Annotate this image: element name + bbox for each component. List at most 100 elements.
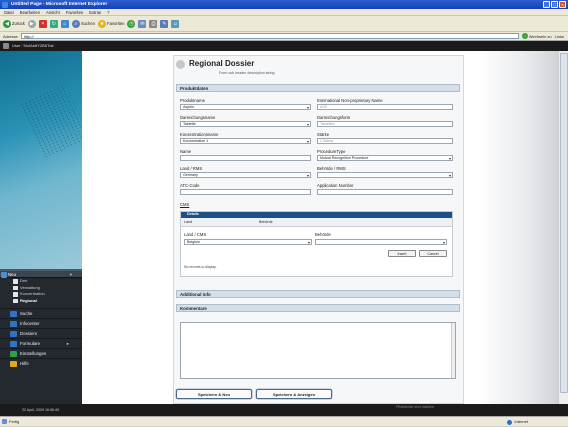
print-icon[interactable]: ⎙	[149, 19, 158, 28]
menu-tools[interactable]: Extras	[89, 9, 101, 15]
label-darreichungsname: Darreichungsname	[180, 115, 216, 120]
edit-icon[interactable]: ✎	[160, 19, 169, 28]
behoerde-rms-select[interactable]	[317, 172, 453, 179]
save-new-button[interactable]: Speichern & Neu	[176, 389, 252, 399]
mail-icon[interactable]: ✉	[138, 19, 147, 28]
label-staerke: Stärke	[317, 132, 330, 137]
favorites-button[interactable]: ★ Favoriten	[98, 19, 124, 28]
page-subtitle: Form sub header description string	[219, 71, 275, 75]
form-icon	[10, 341, 17, 347]
col-behoerde: Behörde	[259, 220, 273, 224]
vertical-scrollbar[interactable]	[558, 51, 568, 404]
history-icon[interactable]: ◷	[127, 19, 136, 28]
sidebar-item-einstellungen[interactable]: Einstellungen	[0, 348, 82, 358]
sidebar-subitem-regional[interactable]: Regional	[0, 298, 82, 305]
sidebar-item-infocenter[interactable]: Infocenter	[0, 318, 82, 328]
nav-header-neu[interactable]: Neu ▾	[0, 271, 82, 278]
sidebar-item-hilfe[interactable]: Hilfe	[0, 358, 82, 368]
sidebar-item-formulare[interactable]: Formulare ▸	[0, 338, 82, 348]
label-produktname: Produktname	[180, 98, 205, 103]
name-input[interactable]	[180, 155, 311, 161]
insert-button[interactable]: Insert	[388, 250, 416, 257]
cancel-button[interactable]: Cancel	[419, 250, 447, 257]
proceduretype-select[interactable]: Mutual Recognition Procedure	[317, 155, 453, 162]
links-button[interactable]: Links	[555, 34, 568, 39]
go-button[interactable]: → Wechseln zu	[521, 33, 552, 39]
home-icon[interactable]: ⌂	[60, 19, 69, 28]
banner-pattern	[19, 83, 82, 159]
menu-bar: Datei Bearbeiten Ansicht Favoriten Extra…	[0, 9, 568, 16]
chevron-down-icon: ▾	[69, 272, 72, 277]
maximize-button[interactable]: □	[551, 1, 558, 8]
darreichungsform-input[interactable]: Tabletten	[317, 121, 453, 127]
menu-view[interactable]: Ansicht	[46, 9, 60, 15]
globe-icon	[507, 419, 513, 425]
app-header-bar: User: '3h4Ab8Y2B5Tuk'	[0, 41, 568, 51]
inn-input[interactable]: ASS	[317, 104, 453, 110]
subitem-label: Konzentration	[20, 291, 45, 296]
atc-code-input[interactable]	[180, 189, 311, 195]
settings-icon	[10, 351, 17, 357]
search-button[interactable]: ⌕ Suchen	[71, 19, 95, 28]
textarea-scrollbar[interactable]	[451, 323, 455, 378]
label-atc-code: ATC-Code	[180, 183, 200, 188]
col-land: Land	[184, 220, 192, 224]
page-title: Regional Dossier	[189, 59, 255, 68]
subitem-label: Drei	[20, 278, 28, 283]
menu-file[interactable]: Datei	[4, 9, 14, 15]
comments-textarea[interactable]	[180, 322, 456, 379]
land-rms-select[interactable]: Germany	[180, 172, 311, 179]
refresh-icon[interactable]: ↻	[49, 19, 58, 28]
back-button[interactable]: ◀ Zurück	[3, 19, 25, 28]
staerke-input[interactable]: 2 Stärke	[317, 138, 453, 144]
empty-records-text: No records to display.	[184, 265, 217, 269]
sidebar-banner-image	[0, 51, 82, 269]
messenger-icon[interactable]: ☺	[171, 19, 180, 28]
sidebar-item-suche[interactable]: Suche	[0, 308, 82, 318]
minimize-button[interactable]: _	[543, 1, 550, 8]
timestamp: 22 April, 2009 16:56:49	[22, 408, 59, 412]
info-icon	[10, 321, 17, 327]
address-input[interactable]: http://	[20, 32, 519, 40]
footer-hint: Pflichtfelder sind markiert	[396, 405, 435, 409]
back-arrow-icon: ◀	[3, 19, 11, 28]
document-icon	[13, 298, 18, 303]
browser-window: Untitled Page - Microsoft Internet Explo…	[0, 0, 568, 426]
section-header-kommentare[interactable]: Kommentare	[176, 304, 460, 312]
cms-subpanel: Details Land Behörde Land / CMS Belgium …	[180, 211, 453, 277]
label-behoerde-rms: Behörde / RMS	[317, 166, 346, 171]
darreichungsname-select[interactable]: Tablette	[180, 121, 311, 128]
nav-item-label: Hilfe	[20, 361, 29, 366]
subitem-label: Verwaltung	[20, 284, 40, 290]
star-icon: ★	[98, 19, 107, 28]
scrollbar-thumb[interactable]	[560, 53, 568, 393]
footer-bar	[82, 404, 568, 416]
status-text: Fertig	[9, 419, 20, 424]
produktname-select[interactable]: Aspirin	[180, 104, 311, 111]
label-cms: CMS	[180, 202, 190, 207]
application-number-input[interactable]	[317, 189, 453, 195]
menu-help[interactable]: ?	[107, 9, 109, 15]
ie-icon	[2, 1, 8, 8]
stop-icon[interactable]: ×	[38, 19, 47, 28]
close-button[interactable]: ×	[559, 1, 566, 8]
cms-panel-header[interactable]: Details	[181, 212, 452, 218]
go-arrow-icon: →	[521, 33, 528, 39]
help-icon	[10, 361, 17, 367]
sidebar-item-dossiers[interactable]: Dossiers	[0, 328, 82, 338]
sidebar-nav: Neu ▾ Drei Verwaltung Konzentration Regi…	[0, 271, 82, 404]
status-bar: Fertig Internet	[0, 416, 568, 426]
forward-arrow-icon[interactable]: ▶	[27, 19, 36, 28]
land-cms-select[interactable]: Belgium	[184, 239, 312, 246]
menu-edit[interactable]: Bearbeiten	[20, 9, 40, 15]
nav-item-label: Suche	[20, 311, 33, 316]
save-show-button[interactable]: Speichern & Anzeigen	[256, 389, 332, 399]
behoerde-cms-select[interactable]	[315, 239, 447, 246]
konzentrationsname-select[interactable]: Konzentration 1	[180, 138, 311, 145]
menu-favorites[interactable]: Favoriten	[66, 9, 83, 15]
new-icon	[1, 271, 7, 278]
label-proceduretype: ProcedureType	[317, 149, 346, 154]
section-header-produktdaten[interactable]: Produktdaten	[176, 84, 460, 92]
section-header-additional-info[interactable]: Additional info	[176, 290, 460, 298]
address-label: Adresse	[3, 33, 18, 39]
